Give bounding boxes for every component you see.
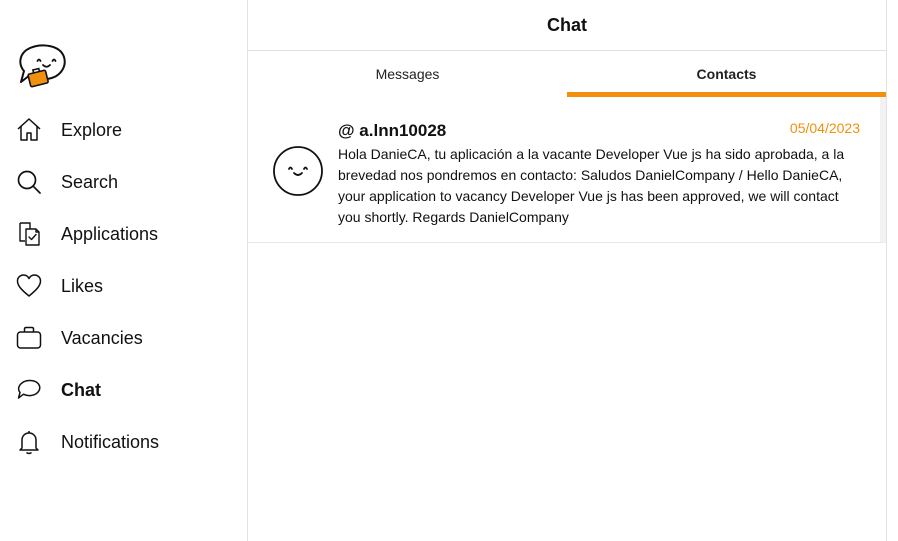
app-root: Explore Search Applications Likes Vacanc…	[0, 0, 898, 541]
tab-label: Messages	[375, 66, 440, 82]
heart-icon	[16, 273, 42, 299]
sidebar-item-chat[interactable]: Chat	[0, 364, 247, 416]
smiley-face-avatar	[272, 145, 324, 197]
search-icon	[16, 169, 42, 195]
sidebar-nav: Explore Search Applications Likes Vacanc…	[0, 104, 247, 468]
chat-panel: Chat Messages Contacts @ a.lnn10028 05/0…	[248, 0, 887, 541]
tab-messages[interactable]: Messages	[248, 51, 567, 97]
page-header: Chat	[248, 0, 886, 51]
sidebar-item-label: Notifications	[61, 431, 160, 452]
sidebar-item-explore[interactable]: Explore	[0, 104, 247, 156]
chat-list-item[interactable]: @ a.lnn10028 05/04/2023 Hola DanieCA, tu…	[248, 97, 886, 243]
sidebar-item-vacancies[interactable]: Vacancies	[0, 312, 247, 364]
bell-icon	[16, 429, 42, 455]
home-icon	[16, 117, 42, 143]
sidebar-item-label: Vacancies	[61, 327, 143, 348]
chat-tabs: Messages Contacts	[248, 51, 886, 97]
contact-name: @ a.lnn10028	[338, 121, 447, 140]
chat-bubble-briefcase-logo[interactable]	[16, 44, 68, 88]
sidebar: Explore Search Applications Likes Vacanc…	[0, 0, 248, 541]
tab-label: Contacts	[696, 66, 757, 82]
page-title: Chat	[547, 14, 587, 35]
chat-list: @ a.lnn10028 05/04/2023 Hola DanieCA, tu…	[248, 97, 886, 243]
sidebar-item-label: Applications	[61, 223, 159, 244]
sidebar-item-search[interactable]: Search	[0, 156, 247, 208]
sidebar-item-applications[interactable]: Applications	[0, 208, 247, 260]
tab-contacts[interactable]: Contacts	[567, 51, 886, 97]
sidebar-item-label: Search	[61, 171, 119, 192]
message-preview: Hola DanieCA, tu aplicación a la vacante…	[338, 146, 845, 225]
briefcase-icon	[16, 325, 42, 351]
sidebar-item-label: Chat	[61, 379, 101, 400]
chat-icon	[16, 377, 42, 403]
sidebar-item-label: Likes	[61, 275, 104, 296]
sidebar-item-label: Explore	[61, 119, 123, 140]
message-date: 05/04/2023	[789, 120, 860, 136]
sidebar-item-notifications[interactable]: Notifications	[0, 416, 247, 468]
sidebar-item-likes[interactable]: Likes	[0, 260, 247, 312]
applications-icon	[16, 221, 42, 247]
